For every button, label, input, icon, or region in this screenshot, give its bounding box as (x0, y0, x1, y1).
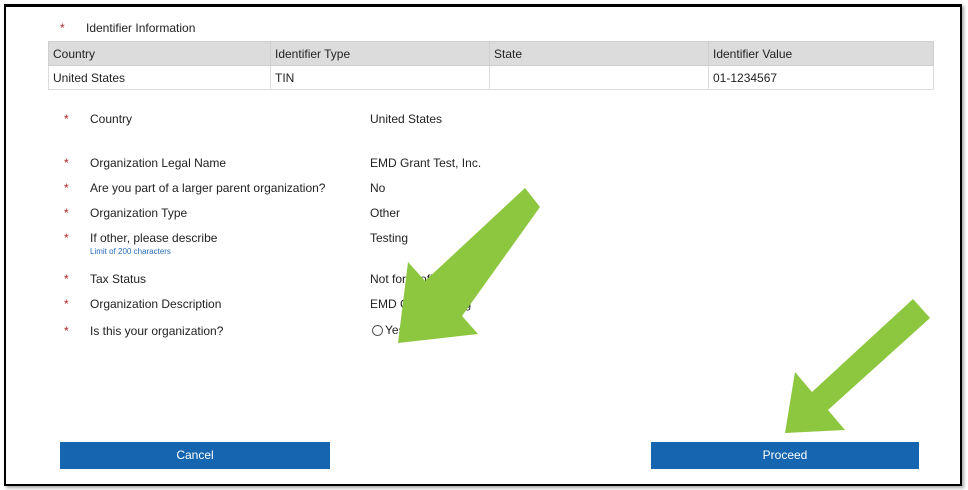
no-radio[interactable] (409, 324, 421, 336)
field-label: If other, please describe (90, 231, 218, 245)
required-mark: * (64, 272, 69, 286)
yes-radio-label[interactable]: Yes (385, 323, 405, 337)
field-label: Country (90, 112, 133, 126)
column-header-identifier-type: Identifier Type (270, 41, 490, 66)
field-parent-organization: * Are you part of a larger parent organiz… (64, 180, 325, 196)
cell-identifier-type: TIN (270, 65, 490, 90)
field-label: Is this your organization? (90, 324, 224, 338)
required-mark: * (64, 324, 69, 338)
required-mark: * (64, 297, 69, 311)
column-header-identifier-value: Identifier Value (708, 41, 934, 66)
cancel-button[interactable]: Cancel (60, 442, 330, 469)
no-radio-label[interactable]: No (423, 323, 438, 337)
proceed-button[interactable]: Proceed (651, 442, 919, 469)
field-organization-legal-name: * Organization Legal Name (64, 155, 226, 171)
field-organization-description: * Organization Description (64, 296, 221, 312)
field-value-legal-name: EMD Grant Test, Inc. (370, 156, 482, 170)
character-limit-hint: Limit of 200 characters (90, 247, 171, 256)
field-value-other-description: Testing (370, 231, 409, 245)
yes-radio[interactable] (372, 324, 383, 336)
cell-country: United States (48, 65, 271, 90)
field-value-organization-type: Other (370, 206, 401, 220)
identifier-table: Country Identifier Type State Identifier… (48, 41, 934, 90)
section-header: * Identifier Information (60, 20, 195, 36)
field-value-parent-organization: No (370, 181, 386, 195)
required-mark: * (64, 206, 69, 220)
column-header-state: State (489, 41, 709, 66)
field-is-this-your-organization: * Is this your organization? (64, 323, 223, 339)
field-other-description: * If other, please describe (64, 230, 217, 246)
field-label: Organization Type (90, 206, 188, 220)
required-mark: * (64, 156, 69, 170)
required-mark: * (60, 21, 65, 35)
field-label: Are you part of a larger parent organiza… (90, 181, 326, 195)
cell-state (489, 65, 709, 90)
field-value-country: United States (370, 112, 443, 126)
required-mark: * (64, 181, 69, 195)
field-label: Organization Description (90, 297, 222, 311)
column-header-country: Country (48, 41, 271, 66)
table-header-row: Country Identifier Type State Identifier… (48, 41, 934, 66)
required-mark: * (64, 231, 69, 245)
section-title: Identifier Information (86, 21, 196, 35)
field-organization-type: * Organization Type (64, 205, 187, 221)
table-row: United States TIN 01-1234567 (48, 65, 934, 90)
organization-confirm-radio-group: Yes No (372, 322, 443, 338)
field-value-tax-status: Not for profit (370, 272, 437, 286)
cell-identifier-value: 01-1234567 (708, 65, 934, 90)
required-mark: * (64, 112, 69, 126)
field-country: * Country (64, 111, 132, 127)
field-label: Tax Status (90, 272, 147, 286)
field-tax-status: * Tax Status (64, 271, 146, 287)
field-label: Organization Legal Name (90, 156, 227, 170)
field-value-organization-description: EMD Grant Testing (370, 297, 472, 311)
